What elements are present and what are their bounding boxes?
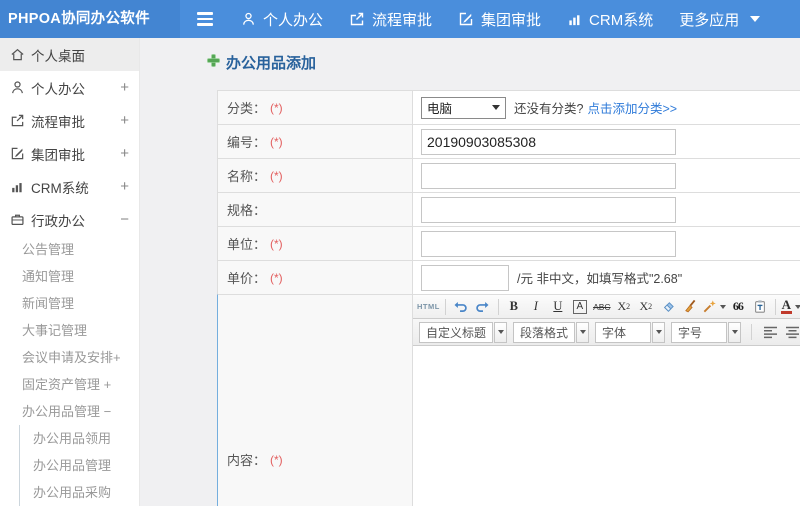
user-icon xyxy=(9,80,25,95)
spec-label: 规格： xyxy=(227,203,267,218)
font-family-dropdown[interactable]: 字体 xyxy=(595,321,652,343)
add-icon xyxy=(207,54,220,71)
sidebar-item-office-supplies-mgmt[interactable]: 办公用品管理 − xyxy=(0,398,139,425)
nav-process-approval[interactable]: 流程审批 xyxy=(349,9,432,30)
admin-office-submenu: 公告管理 通知管理 新闻管理 大事记管理 会议申请及安排+ 固定资产管理 + 办… xyxy=(0,236,139,506)
office-supplies-submenu: 办公用品领用 办公用品管理 办公用品采购 xyxy=(19,425,139,506)
edit-icon xyxy=(458,11,474,27)
edit-icon xyxy=(9,146,25,161)
paste-text-clipboard-icon[interactable] xyxy=(750,297,770,317)
sidebar-item-group-approval[interactable]: 集团审批 + xyxy=(0,137,139,170)
add-supplies-form: 分类： (*) 电脑 还没有分类? 点击添加分类>> 编号： (*) 20190… xyxy=(217,90,800,506)
unit-input[interactable] xyxy=(421,230,676,257)
paragraph-format-dropdown[interactable]: 段落格式 xyxy=(513,321,576,343)
auto-typeset-wand-icon[interactable] xyxy=(702,297,726,317)
sidebar: 个人桌面 个人办公 + 流程审批 + 集团审批 + CRM系统 + 行政办公 −… xyxy=(0,38,140,506)
sidebar-item-announcement-mgmt[interactable]: 公告管理 xyxy=(0,236,139,263)
undo-icon[interactable] xyxy=(451,297,471,317)
bold-button[interactable]: B xyxy=(504,297,524,317)
custom-heading-dropdown[interactable]: 自定义标题 xyxy=(419,321,494,343)
required-mark: (*) xyxy=(270,168,283,183)
required-mark: (*) xyxy=(270,236,283,251)
sidebar-item-personal-office[interactable]: 个人办公 + xyxy=(0,71,139,104)
home-icon xyxy=(9,47,25,62)
sidebar-item-notice-mgmt[interactable]: 通知管理 xyxy=(0,263,139,290)
sidebar-item-admin-office[interactable]: 行政办公 − xyxy=(0,203,139,236)
sidebar-item-events-mgmt[interactable]: 大事记管理 xyxy=(0,317,139,344)
spec-input[interactable] xyxy=(421,196,676,223)
user-icon xyxy=(241,11,256,27)
hamburger-menu-icon[interactable] xyxy=(197,12,213,26)
form-row-spec: 规格： xyxy=(217,192,800,226)
italic-button[interactable]: I xyxy=(526,297,546,317)
add-category-link[interactable]: 点击添加分类>> xyxy=(587,98,677,117)
code-input[interactable] xyxy=(421,128,676,155)
nav-group-approval[interactable]: 集团审批 xyxy=(458,9,541,30)
form-row-code: 编号： (*) xyxy=(217,124,800,158)
top-bar: PHPOA协同办公软件 个人办公 流程审批 集团审批 CRM系统 更多应用 xyxy=(0,0,800,38)
superscript-button[interactable]: X2 xyxy=(614,297,634,317)
sidebar-item-fixed-assets-mgmt[interactable]: 固定资产管理 + xyxy=(0,371,139,398)
category-label: 分类： xyxy=(227,101,267,116)
editor-toolbar-row1: HTML B I U A ABC X2 X2 66 A xyxy=(413,295,800,319)
form-row-unit: 单位： (*) xyxy=(217,226,800,260)
blockquote-button[interactable]: 66 xyxy=(728,297,748,317)
align-center-icon[interactable] xyxy=(782,322,800,342)
required-mark: (*) xyxy=(270,270,283,285)
form-row-category: 分类： (*) 电脑 还没有分类? 点击添加分类>> xyxy=(217,90,800,124)
required-mark: (*) xyxy=(270,100,283,115)
sidebar-item-news-mgmt[interactable]: 新闻管理 xyxy=(0,290,139,317)
flow-icon xyxy=(9,113,25,128)
form-row-name: 名称： (*) xyxy=(217,158,800,192)
rich-text-editor: HTML B I U A ABC X2 X2 66 A 自定义标题 段落格式 字… xyxy=(413,295,800,506)
select-caret-icon xyxy=(492,105,500,110)
top-nav: 个人办公 流程审批 集团审批 CRM系统 更多应用 xyxy=(241,9,761,30)
name-input[interactable] xyxy=(421,162,676,189)
code-label: 编号： xyxy=(227,135,267,150)
redo-icon[interactable] xyxy=(473,297,493,317)
name-label: 名称： xyxy=(227,169,267,184)
caret-down-icon xyxy=(750,16,761,22)
sidebar-item-process-approval[interactable]: 流程审批 + xyxy=(0,104,139,137)
strikethrough-button[interactable]: ABC xyxy=(592,297,612,317)
form-row-price: 单价： (*) /元 非中文，如填写格式"2.68" xyxy=(217,260,800,294)
price-hint: /元 非中文，如填写格式"2.68" xyxy=(517,272,683,286)
form-row-content: 内容： (*) HTML B I U A ABC X 2 X 2 66 A 自定… xyxy=(217,294,800,506)
bordered-text-button[interactable]: A xyxy=(570,297,590,317)
nav-personal-office[interactable]: 个人办公 xyxy=(241,9,323,30)
required-mark: (*) xyxy=(270,134,283,149)
flow-icon xyxy=(349,11,365,27)
sidebar-item-supplies-requisition[interactable]: 办公用品领用 xyxy=(20,425,139,452)
sidebar-item-supplies-manage[interactable]: 办公用品管理 xyxy=(20,452,139,479)
sidebar-item-meeting-mgmt[interactable]: 会议申请及安排+ xyxy=(0,344,139,371)
category-hint: 还没有分类? xyxy=(514,102,584,116)
nav-more-apps[interactable]: 更多应用 xyxy=(679,9,761,30)
bar-chart-icon xyxy=(567,12,582,27)
sidebar-item-personal-desktop[interactable]: 个人桌面 xyxy=(0,38,139,71)
html-source-button[interactable]: HTML xyxy=(417,297,440,317)
sidebar-item-supplies-purchase[interactable]: 办公用品采购 xyxy=(20,479,139,506)
content-label: 内容： xyxy=(227,453,267,468)
sidebar-item-crm[interactable]: CRM系统 + xyxy=(0,170,139,203)
subscript-button[interactable]: X2 xyxy=(636,297,656,317)
price-input[interactable] xyxy=(421,264,509,291)
page-title: 办公用品添加 xyxy=(207,52,800,73)
format-painter-brush-icon[interactable] xyxy=(680,297,700,317)
required-mark: (*) xyxy=(270,452,283,467)
font-color-button[interactable]: A xyxy=(780,297,800,317)
price-label: 单价： xyxy=(227,271,267,286)
eraser-icon[interactable] xyxy=(658,297,678,317)
briefcase-icon xyxy=(9,212,25,227)
underline-button[interactable]: U xyxy=(548,297,568,317)
editor-toolbar-row2: 自定义标题 段落格式 字体 字号 xyxy=(413,319,800,346)
category-select[interactable]: 电脑 xyxy=(421,96,506,119)
editor-content[interactable] xyxy=(413,346,800,506)
bar-chart-icon xyxy=(9,180,25,194)
font-size-dropdown[interactable]: 字号 xyxy=(671,321,728,343)
nav-crm[interactable]: CRM系统 xyxy=(567,9,653,30)
align-left-icon[interactable] xyxy=(760,322,780,342)
app-logo: PHPOA协同办公软件 xyxy=(0,0,180,38)
unit-label: 单位： xyxy=(227,237,267,252)
main-content: 办公用品添加 分类： (*) 电脑 还没有分类? 点击添加分类>> 编号： (*… xyxy=(140,38,800,506)
